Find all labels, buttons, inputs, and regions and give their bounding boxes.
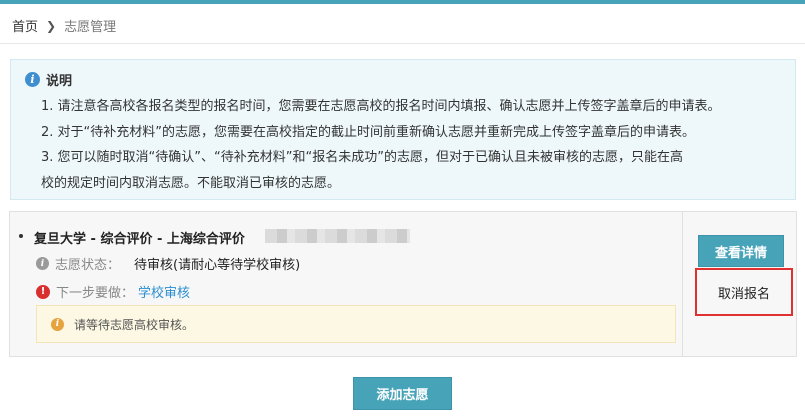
breadcrumb-home[interactable]: 首页 — [12, 16, 38, 35]
next-step-row: ! 下一步要做： 学校审核 — [36, 282, 190, 301]
application-info: 复旦大学 - 综合评价 - 上海综合评价 i 志愿状态： 待审核(请耐心等待学校… — [10, 212, 682, 356]
status-row: i 志愿状态： 待审核(请耐心等待学校审核) — [36, 254, 300, 273]
info-icon: i — [51, 317, 64, 331]
info-icon: i — [36, 257, 49, 270]
notice-line-1: 1. 请注意各高校各报名类型的报名时间，您需要在志愿高校的报名时间内填报、确认志… — [41, 99, 721, 114]
application-card: 复旦大学 - 综合评价 - 上海综合评价 i 志愿状态： 待审核(请耐心等待学校… — [9, 211, 797, 357]
notice-line-2: 2. 对于“待补充材料”的志愿，您需要在高校指定的截止时间前重新确认志愿并重新完… — [41, 125, 696, 140]
view-details-button[interactable]: 查看详情 — [698, 235, 784, 267]
chevron-right-icon: ❯ — [46, 18, 57, 33]
tip-box: i 请等待志愿高校审核。 — [36, 305, 676, 343]
header-divider — [0, 43, 805, 44]
top-accent-bar — [0, 0, 805, 4]
notice-line-3: 3. 您可以随时取消“待确认”、“待补充材料”和“报名未成功”的志愿，但对于已确… — [41, 150, 683, 165]
redacted-text — [265, 229, 410, 243]
school-name: 复旦大学 - 综合评价 - 上海综合评价 — [34, 232, 245, 247]
notice-title-text: 说明 — [46, 74, 73, 89]
add-application-button[interactable]: 添加志愿 — [353, 377, 452, 410]
next-step-label: 下一步要做： — [56, 286, 135, 301]
breadcrumb-current: 志愿管理 — [64, 20, 117, 35]
status-label: 志愿状态： — [55, 258, 121, 273]
application-actions: 查看详情 取消报名 — [682, 212, 796, 356]
notice-line-4: 校的规定时间内取消志愿。不能取消已审核的志愿。 — [41, 176, 341, 191]
cancel-registration-button[interactable]: 取消报名 — [695, 268, 793, 316]
info-icon: i — [25, 72, 40, 87]
breadcrumb: 首页 ❯ 志愿管理 — [12, 16, 117, 36]
notice-panel: i 说明 1. 请注意各高校各报名类型的报名时间，您需要在志愿高校的报名时间内填… — [10, 59, 796, 200]
next-step-link[interactable]: 学校审核 — [138, 282, 190, 301]
tip-text: 请等待志愿高校审核。 — [74, 317, 195, 332]
bullet-dot — [19, 234, 23, 238]
status-value: 待审核(请耐心等待学校审核) — [134, 258, 301, 273]
notice-title: i 说明 — [25, 70, 72, 89]
alert-icon: ! — [36, 284, 50, 299]
